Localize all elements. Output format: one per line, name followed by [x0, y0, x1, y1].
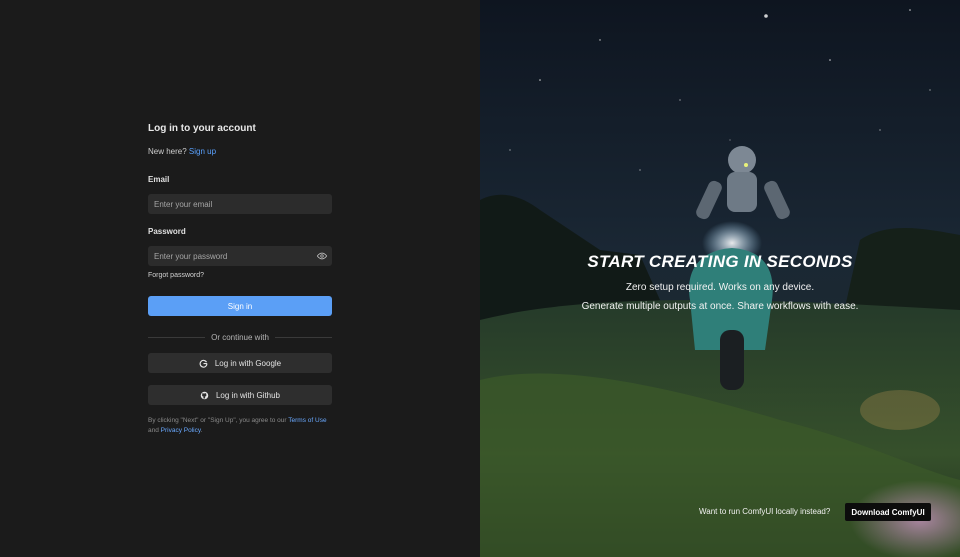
- google-icon: [199, 359, 208, 368]
- login-form: Log in to your account New here? Sign up…: [148, 122, 332, 436]
- password-field-wrapper: [148, 246, 332, 267]
- divider-line-left: [148, 336, 206, 338]
- github-login-button[interactable]: Log in with Github: [148, 385, 332, 405]
- or-continue-divider: Or continue with: [148, 332, 332, 342]
- eye-icon[interactable]: [317, 251, 327, 261]
- email-field-wrapper: [148, 194, 332, 215]
- privacy-policy-link[interactable]: Privacy Policy: [161, 427, 201, 434]
- sign-up-link[interactable]: Sign up: [189, 147, 216, 156]
- email-label: Email: [148, 175, 170, 184]
- email-field[interactable]: [148, 194, 332, 215]
- google-login-label: Log in with Google: [214, 358, 282, 368]
- password-label: Password: [148, 227, 186, 236]
- hero-line-2: Generate multiple outputs at once. Share…: [581, 301, 859, 312]
- password-field[interactable]: [148, 246, 332, 267]
- hero-line-1: Zero setup required. Works on any device…: [625, 282, 815, 293]
- page-title: Log in to your account: [148, 123, 256, 134]
- signup-prompt: New here? Sign up: [148, 146, 332, 158]
- or-continue-text: Or continue with: [211, 332, 269, 342]
- download-comfyui-button[interactable]: Download ComfyUI: [845, 503, 931, 521]
- forgot-password-link[interactable]: Forgot password?: [148, 271, 332, 281]
- github-icon: [200, 391, 209, 399]
- divider-line-right: [274, 336, 332, 338]
- github-login-label: Log in with Github: [215, 390, 281, 400]
- google-login-button[interactable]: Log in with Google: [148, 353, 332, 373]
- terms-notice: By clicking "Next" or "Sign Up", you agr…: [148, 416, 332, 436]
- terms-prefix: By clicking "Next" or "Sign Up", you agr…: [148, 417, 287, 424]
- hero-title: START CREATING IN SECONDS: [587, 252, 853, 271]
- terms-of-use-link[interactable]: Terms of Use: [288, 417, 326, 424]
- new-here-text: New here?: [148, 147, 187, 156]
- run-locally-text: Want to run ComfyUI locally instead?: [699, 507, 831, 516]
- terms-suffix: .: [200, 427, 203, 434]
- hero-content: START CREATING IN SECONDS Zero setup req…: [480, 250, 960, 315]
- hero-panel: START CREATING IN SECONDS Zero setup req…: [480, 0, 960, 557]
- login-panel: Log in to your account New here? Sign up…: [0, 0, 480, 557]
- terms-and: and: [148, 427, 159, 434]
- sign-in-button[interactable]: Sign in: [148, 296, 332, 316]
